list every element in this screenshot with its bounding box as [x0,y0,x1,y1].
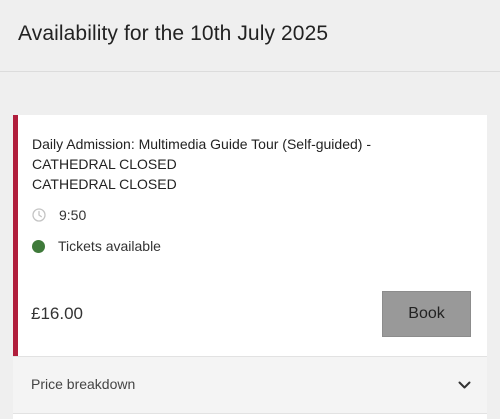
session-title-line: Daily Admission: Multimedia Guide Tour (… [32,136,371,152]
book-button[interactable]: Book [382,291,471,337]
chevron-down-icon [458,377,471,389]
page-header: Availability for the 10th July 2025 [0,0,500,72]
ticket-price: £16.00 [31,304,83,323]
session-title-line: CATHEDRAL CLOSED [32,156,177,172]
session-title-line: CATHEDRAL CLOSED [32,176,177,192]
session-time: 9:50 [59,207,87,223]
price-breakdown-toggle[interactable]: Price breakdown [13,356,487,414]
availability-row: Tickets available [32,236,161,256]
session-title: Daily Admission: Multimedia Guide Tour (… [32,134,472,194]
page-title: Availability for the 10th July 2025 [18,22,329,45]
availability-status: Tickets available [58,238,161,254]
price-breakdown-label: Price breakdown [31,376,136,392]
session-card: Daily Admission: Multimedia Guide Tour (… [13,115,487,419]
session-time-row: 9:50 [32,205,86,225]
clock-icon [32,208,46,222]
session-details: Daily Admission: Multimedia Guide Tour (… [13,115,487,356]
availability-status-dot [32,239,45,253]
